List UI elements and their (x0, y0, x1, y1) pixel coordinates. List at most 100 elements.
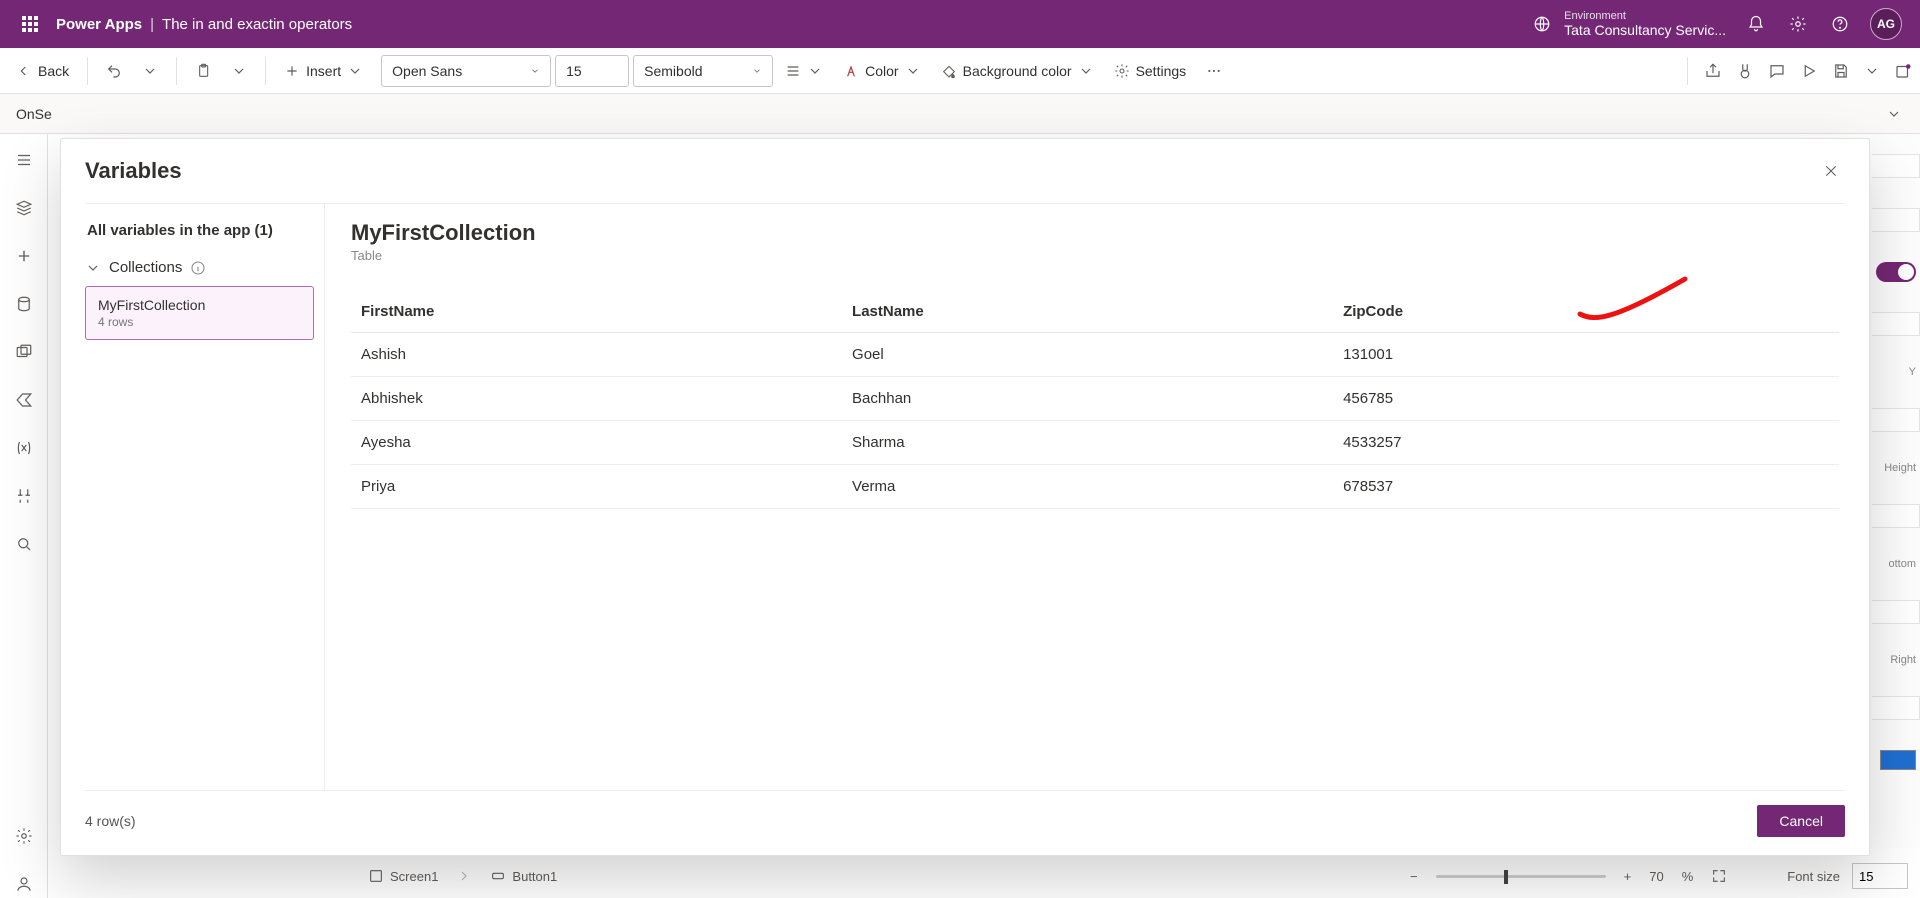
formula-bar: OnSe (0, 94, 1920, 134)
prop-stub[interactable] (1872, 154, 1920, 178)
font-size-input[interactable]: 15 (555, 55, 629, 87)
save-dropdown[interactable] (1864, 63, 1880, 79)
breadcrumb-control-label: Button1 (512, 869, 557, 884)
font-weight-select[interactable]: Semibold (633, 55, 773, 87)
cell-firstname: Ashish (351, 333, 842, 377)
expand-formula-button[interactable] (1878, 98, 1910, 130)
tree-view-button[interactable] (10, 146, 38, 174)
toggle-control[interactable] (1876, 262, 1916, 282)
background-color-button[interactable]: Background color (933, 58, 1102, 84)
power-automate-button[interactable] (10, 386, 38, 414)
prop-stub[interactable] (1872, 312, 1920, 336)
chevron-right-icon (456, 868, 472, 884)
align-button[interactable] (777, 58, 831, 84)
breadcrumb-screen-label: Screen1 (390, 869, 438, 884)
cell-zipcode: 456785 (1333, 377, 1839, 421)
preview-button[interactable] (1800, 62, 1818, 80)
prop-stub[interactable] (1872, 504, 1920, 528)
variables-dialog: Variables All variables in the app (1) C… (60, 138, 1870, 856)
col-header-lastname: LastName (842, 291, 1333, 333)
font-weight-value: Semibold (644, 63, 702, 79)
prop-stub[interactable] (1872, 408, 1920, 432)
table-row: Priya Verma 678537 (351, 465, 1839, 509)
insert-label: Insert (306, 63, 341, 79)
settings-gear-button[interactable] (1786, 12, 1810, 36)
comments-button[interactable] (1768, 62, 1786, 80)
breadcrumb: Screen1 Button1 (360, 864, 565, 888)
divider (87, 57, 88, 85)
breadcrumb-screen[interactable]: Screen1 (360, 864, 446, 888)
table-row: Ashish Goel 131001 (351, 333, 1839, 377)
col-header-firstname: FirstName (351, 291, 842, 333)
user-avatar[interactable]: AG (1870, 8, 1902, 40)
cell-firstname: Priya (351, 465, 842, 509)
collections-group-toggle[interactable]: Collections (85, 259, 314, 276)
page-title: The in and exactin operators (162, 16, 352, 33)
property-selector[interactable]: OnSe (10, 102, 58, 126)
close-button[interactable] (1817, 157, 1845, 185)
rail-settings-button[interactable] (10, 822, 38, 850)
collection-table: FirstName LastName ZipCode Ashish Goel 1… (351, 291, 1839, 509)
cell-lastname: Sharma (842, 421, 1333, 465)
media-button[interactable] (10, 338, 38, 366)
virtual-agent-button[interactable] (10, 870, 38, 898)
collection-card-selected[interactable]: MyFirstCollection 4 rows (85, 286, 314, 340)
color-label: Color (865, 63, 898, 79)
app-checker-button[interactable] (1736, 62, 1754, 80)
data-button[interactable] (10, 290, 38, 318)
footer-rowcount: 4 row(s) (85, 813, 136, 829)
advanced-tools-button[interactable] (10, 482, 38, 510)
cell-zipcode: 678537 (1333, 465, 1839, 509)
font-family-select[interactable]: Open Sans (381, 55, 551, 87)
cell-lastname: Verma (842, 465, 1333, 509)
prop-stub[interactable] (1872, 696, 1920, 720)
publish-button[interactable] (1894, 62, 1912, 80)
undo-dropdown[interactable] (134, 58, 166, 84)
paste-button[interactable] (187, 58, 219, 84)
waffle-icon (22, 16, 38, 32)
add-button[interactable] (10, 242, 38, 270)
environment-name: Tata Consultancy Servic... (1564, 22, 1726, 38)
environment-picker[interactable]: Environment Tata Consultancy Servic... (1530, 10, 1726, 39)
prop-label-height: Height (1884, 462, 1920, 474)
left-nav-rail (0, 134, 48, 898)
prop-stub[interactable] (1872, 208, 1920, 232)
title-separator: | (150, 16, 154, 33)
table-row: Abhishek Bachhan 456785 (351, 377, 1839, 421)
more-button[interactable] (1198, 58, 1230, 84)
prop-stub[interactable] (1872, 600, 1920, 624)
zoom-in-button[interactable]: + (1624, 869, 1632, 884)
help-button[interactable] (1828, 12, 1852, 36)
dialog-footer: 4 row(s) Cancel (85, 790, 1845, 855)
search-button[interactable] (10, 530, 38, 558)
divider (1687, 57, 1688, 85)
undo-button[interactable] (98, 58, 130, 84)
zoom-controls: − + 70 % (1410, 868, 1727, 884)
paste-dropdown[interactable] (223, 58, 255, 84)
app-name: Power Apps (56, 16, 142, 33)
prop-label-bottom: ottom (1888, 558, 1920, 570)
editor-settings-button[interactable]: Settings (1106, 58, 1195, 84)
app-topbar: Power Apps | The in and exactin operator… (0, 0, 1920, 48)
share-button[interactable] (1704, 62, 1722, 80)
zoom-out-button[interactable]: − (1410, 869, 1418, 884)
detail-title: MyFirstCollection (351, 220, 1839, 246)
quick-property-input[interactable] (1852, 863, 1908, 889)
font-color-button[interactable]: Color (835, 58, 928, 84)
topbar-right-cluster: Environment Tata Consultancy Servic... A… (1530, 8, 1910, 40)
insert-button[interactable]: Insert (276, 58, 371, 84)
save-button[interactable] (1832, 62, 1850, 80)
app-launcher-button[interactable] (10, 16, 50, 32)
back-button[interactable]: Back (8, 58, 77, 84)
notifications-button[interactable] (1744, 12, 1768, 36)
color-swatch[interactable] (1880, 750, 1916, 770)
col-header-zipcode: ZipCode (1333, 291, 1839, 333)
variables-button[interactable] (10, 434, 38, 462)
cancel-button[interactable]: Cancel (1757, 805, 1845, 837)
breadcrumb-control[interactable]: Button1 (482, 864, 565, 888)
fit-to-window-button[interactable] (1711, 868, 1727, 884)
zoom-slider[interactable] (1436, 875, 1606, 878)
insert-pane-button[interactable] (10, 194, 38, 222)
cell-firstname: Abhishek (351, 377, 842, 421)
dialog-header: Variables (61, 139, 1869, 185)
